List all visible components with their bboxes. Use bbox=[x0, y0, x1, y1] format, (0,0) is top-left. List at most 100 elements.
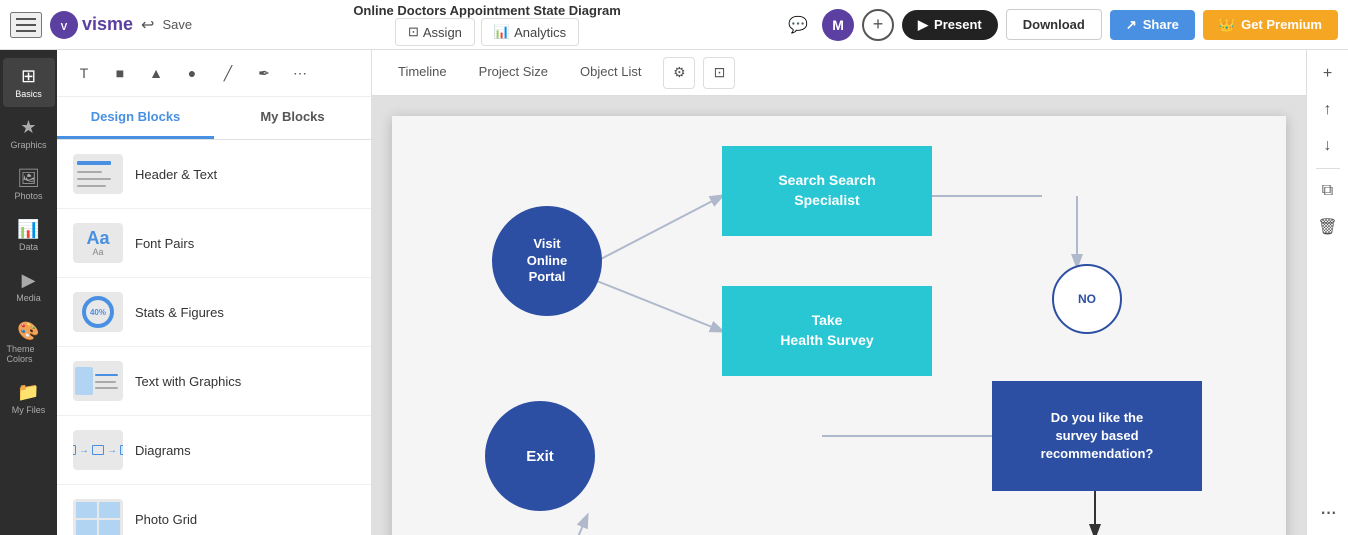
block-item-stats-figures[interactable]: 40% Stats & Figures bbox=[57, 278, 371, 347]
chat-button[interactable]: 💬 bbox=[782, 9, 814, 41]
block-item-header-text[interactable]: Header & Text bbox=[57, 140, 371, 209]
sidebar-item-myfiles[interactable]: 📁 My Files bbox=[3, 374, 55, 423]
block-thumb-font-pairs: Aa Aa bbox=[73, 223, 123, 263]
data-icon: 📊 bbox=[17, 219, 39, 240]
block-item-font-pairs[interactable]: Aa Aa Font Pairs bbox=[57, 209, 371, 278]
block-item-photo-grid[interactable]: Photo Grid bbox=[57, 485, 371, 535]
block-thumb-diagrams: → → bbox=[73, 430, 123, 470]
topbar-right: 💬 M + ▶ Present Download ↗ Share 👑 Get P… bbox=[782, 9, 1338, 41]
avatar: M bbox=[822, 9, 854, 41]
photos-icon: 🖼 bbox=[17, 168, 40, 189]
move-down-button[interactable]: ↓ bbox=[1312, 130, 1344, 162]
rectangle-tool[interactable]: ■ bbox=[105, 58, 135, 88]
document-title: Online Doctors Appointment State Diagram bbox=[353, 3, 621, 18]
premium-button[interactable]: 👑 Get Premium bbox=[1203, 10, 1338, 40]
tab-design-blocks[interactable]: Design Blocks bbox=[57, 97, 214, 139]
zoom-in-button[interactable]: + bbox=[1312, 58, 1344, 90]
triangle-tool[interactable]: ▲ bbox=[141, 58, 171, 88]
right-panel-separator bbox=[1316, 168, 1340, 169]
block-list: Header & Text Aa Aa Font Pairs 40% Stats… bbox=[57, 140, 371, 535]
graphics-label: Graphics bbox=[10, 140, 46, 150]
analytics-label: Analytics bbox=[514, 25, 566, 40]
canvas-tab-object-list[interactable]: Object List bbox=[566, 56, 655, 89]
share-label: Share bbox=[1143, 17, 1179, 32]
canvas-preview-button[interactable]: ⊡ bbox=[703, 57, 735, 89]
block-label-diagrams: Diagrams bbox=[135, 443, 191, 458]
node-recommendation[interactable]: Do you like thesurvey basedrecommendatio… bbox=[992, 381, 1202, 491]
canvas-viewport[interactable]: VisitOnlinePortal Search SearchSpecialis… bbox=[372, 96, 1306, 535]
block-thumb-text-graphics bbox=[73, 361, 123, 401]
node-no-top[interactable]: NO bbox=[1052, 264, 1122, 334]
download-button[interactable]: Download bbox=[1006, 9, 1102, 40]
basics-label: Basics bbox=[15, 89, 42, 99]
add-collaborator-button[interactable]: + bbox=[862, 9, 894, 41]
menu-button[interactable] bbox=[10, 12, 42, 38]
assign-icon: ⊡ bbox=[408, 24, 419, 40]
assign-button[interactable]: ⊡ Assign bbox=[395, 18, 475, 46]
topbar-center: Online Doctors Appointment State Diagram… bbox=[200, 3, 774, 46]
basics-icon: ⊞ bbox=[21, 66, 36, 87]
slide-canvas: VisitOnlinePortal Search SearchSpecialis… bbox=[392, 116, 1286, 535]
sidebar-item-graphics[interactable]: ★ Graphics bbox=[3, 109, 55, 158]
assign-label: Assign bbox=[423, 25, 462, 40]
graphics-icon: ★ bbox=[20, 117, 36, 138]
toolbar-strip: T ■ ▲ ● ╱ ✒ ⋯ bbox=[57, 50, 371, 97]
design-panel-tabs: Design Blocks My Blocks bbox=[57, 97, 371, 140]
analytics-icon: 📊 bbox=[494, 24, 510, 40]
main-area: ⊞ Basics ★ Graphics 🖼 Photos 📊 Data ▶ Me… bbox=[0, 50, 1348, 535]
block-label-font-pairs: Font Pairs bbox=[135, 236, 194, 251]
photos-label: Photos bbox=[14, 191, 42, 201]
logo: V visme bbox=[50, 11, 133, 39]
node-visit-portal[interactable]: VisitOnlinePortal bbox=[492, 206, 602, 316]
sidebar-item-theme[interactable]: 🎨 Theme Colors bbox=[3, 313, 55, 372]
move-up-button[interactable]: ↑ bbox=[1312, 94, 1344, 126]
canvas-settings-button[interactable]: ⚙ bbox=[663, 57, 695, 89]
tab-my-blocks[interactable]: My Blocks bbox=[214, 97, 371, 139]
block-thumb-header-text bbox=[73, 154, 123, 194]
share-icon: ↗ bbox=[1126, 17, 1137, 33]
media-icon: ▶ bbox=[22, 270, 36, 291]
delete-button[interactable]: 🗑 bbox=[1312, 211, 1344, 243]
design-panel: T ■ ▲ ● ╱ ✒ ⋯ Design Blocks My Blocks bbox=[57, 50, 372, 535]
myfiles-icon: 📁 bbox=[17, 382, 39, 403]
analytics-button[interactable]: 📊 Analytics bbox=[481, 18, 579, 46]
circle-tool[interactable]: ● bbox=[177, 58, 207, 88]
crown-icon: 👑 bbox=[1219, 17, 1235, 33]
sidebar-item-media[interactable]: ▶ Media bbox=[3, 262, 55, 311]
block-item-text-graphics[interactable]: Text with Graphics bbox=[57, 347, 371, 416]
pen-tool[interactable]: ✒ bbox=[249, 58, 279, 88]
canvas-content: VisitOnlinePortal Search SearchSpecialis… bbox=[372, 96, 1306, 535]
premium-label: Get Premium bbox=[1241, 17, 1322, 32]
block-label-stats-figures: Stats & Figures bbox=[135, 305, 224, 320]
text-tool[interactable]: T bbox=[69, 58, 99, 88]
copy-button[interactable]: ⧉ bbox=[1312, 175, 1344, 207]
undo-button[interactable]: ↩ bbox=[141, 15, 154, 35]
node-health-survey[interactable]: TakeHealth Survey bbox=[722, 286, 932, 376]
sidebar-item-data[interactable]: 📊 Data bbox=[3, 211, 55, 260]
canvas-tab-project-size[interactable]: Project Size bbox=[465, 56, 562, 89]
myfiles-label: My Files bbox=[12, 405, 46, 415]
share-button[interactable]: ↗ Share bbox=[1110, 10, 1195, 40]
block-item-diagrams[interactable]: → → Diagrams bbox=[57, 416, 371, 485]
block-label-header-text: Header & Text bbox=[135, 167, 217, 182]
node-exit[interactable]: Exit bbox=[485, 401, 595, 511]
sidebar-icons: ⊞ Basics ★ Graphics 🖼 Photos 📊 Data ▶ Me… bbox=[0, 50, 57, 535]
line-tool[interactable]: ╱ bbox=[213, 58, 243, 88]
more-options-dots[interactable]: ··· bbox=[1320, 499, 1336, 525]
save-button[interactable]: Save bbox=[162, 17, 192, 32]
canvas-toolbar: Timeline Project Size Object List ⚙ ⊡ bbox=[372, 50, 1306, 96]
play-icon: ▶ bbox=[918, 17, 928, 33]
node-search-specialist[interactable]: Search SearchSpecialist bbox=[722, 146, 932, 236]
canvas-tab-timeline[interactable]: Timeline bbox=[384, 56, 461, 89]
present-button[interactable]: ▶ Present bbox=[902, 10, 998, 40]
svg-text:V: V bbox=[61, 22, 68, 33]
media-label: Media bbox=[16, 293, 41, 303]
block-thumb-photo-grid bbox=[73, 499, 123, 535]
data-label: Data bbox=[19, 242, 38, 252]
theme-icon: 🎨 bbox=[17, 321, 39, 342]
sidebar-item-photos[interactable]: 🖼 Photos bbox=[3, 160, 55, 209]
block-label-photo-grid: Photo Grid bbox=[135, 512, 197, 527]
visme-logo-icon: V bbox=[50, 11, 78, 39]
more-tools[interactable]: ⋯ bbox=[285, 58, 315, 88]
sidebar-item-basics[interactable]: ⊞ Basics bbox=[3, 58, 55, 107]
